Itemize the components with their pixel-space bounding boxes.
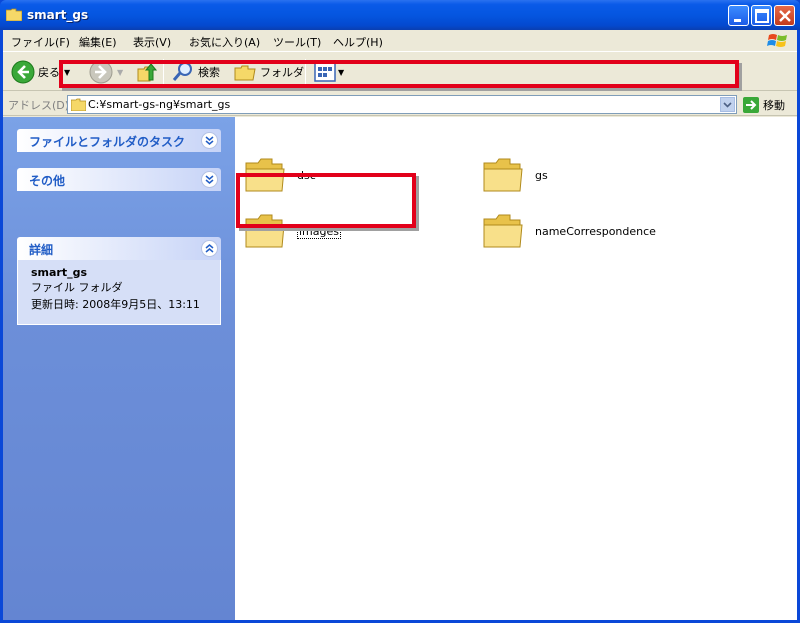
back-arrow-icon [11,60,35,84]
expand-chevron-icon[interactable] [201,132,218,149]
collapse-chevron-icon[interactable] [201,240,218,257]
details-panel-header[interactable]: 詳細 [17,237,221,260]
folder-icon [483,158,523,192]
close-icon [779,10,791,22]
go-arrow-icon [743,96,759,113]
menu-view[interactable]: 表示(V) [133,34,171,50]
back-label: 戻る [38,66,60,79]
details-title: 詳細 [29,243,54,257]
close-button[interactable] [774,5,795,26]
folder-icon [6,8,22,21]
explorer-window: smart_gs ファイル(F) 編集(E) 表示(V) お気に入り(A) ツー… [0,0,800,623]
address-label: アドレス(D) [8,99,70,112]
maximize-icon [755,9,769,23]
folder-icon [71,98,86,111]
minimize-icon [734,19,741,22]
window-title: smart_gs [27,8,89,22]
menu-edit[interactable]: 編集(E) [79,34,117,50]
title-bar[interactable]: smart_gs [0,0,800,30]
images-highlight-box [236,173,416,228]
address-highlight-box [59,60,739,88]
address-input[interactable]: C:¥smart-gs-ng¥smart_gs [67,95,737,114]
menu-help[interactable]: ヘルプ(H) [333,34,383,50]
maximize-button[interactable] [751,5,772,26]
details-panel-body: smart_gs ファイル フォルダ 更新日時: 2008年9月5日、13:11 [17,260,221,325]
windows-logo-icon [767,34,787,47]
folder-name: nameCorrespondence [535,224,656,238]
menu-file[interactable]: ファイル(F) [11,34,70,50]
menu-favorites[interactable]: お気に入り(A) [189,34,260,50]
file-tasks-panel-header[interactable]: ファイルとフォルダのタスク [17,129,221,152]
other-places-title: その他 [29,174,66,188]
details-modified-date: 更新日時: 2008年9月5日、13:11 [31,298,200,311]
file-tasks-title: ファイルとフォルダのタスク [29,135,186,149]
details-folder-name: smart_gs [31,266,88,279]
address-bar: アドレス(D) C:¥smart-gs-ng¥smart_gs 移動 [3,92,797,116]
folder-item-gs[interactable]: gs [483,157,548,193]
menu-bar: ファイル(F) 編集(E) 表示(V) お気に入り(A) ツール(T) ヘルプ(… [3,30,797,52]
folder-icon [483,214,523,248]
other-places-panel-header[interactable]: その他 [17,168,221,191]
folder-name: gs [535,168,548,182]
go-label: 移動 [763,98,785,112]
menu-tools[interactable]: ツール(T) [273,34,321,50]
task-pane: ファイルとフォルダのタスク その他 詳細 smart_gs ファイル フォルダ [3,117,235,620]
details-folder-type: ファイル フォルダ [31,281,123,294]
address-dropdown-button[interactable] [720,97,735,112]
address-text: C:¥smart-gs-ng¥smart_gs [88,98,231,111]
minimize-button[interactable] [728,5,749,26]
chevron-down-icon [723,102,732,108]
window-client: ファイル(F) 編集(E) 表示(V) お気に入り(A) ツール(T) ヘルプ(… [3,30,797,620]
go-button[interactable]: 移動 [743,95,785,114]
expand-chevron-icon[interactable] [201,171,218,188]
folder-item-namecorrespondence[interactable]: nameCorrespondence [483,213,656,249]
